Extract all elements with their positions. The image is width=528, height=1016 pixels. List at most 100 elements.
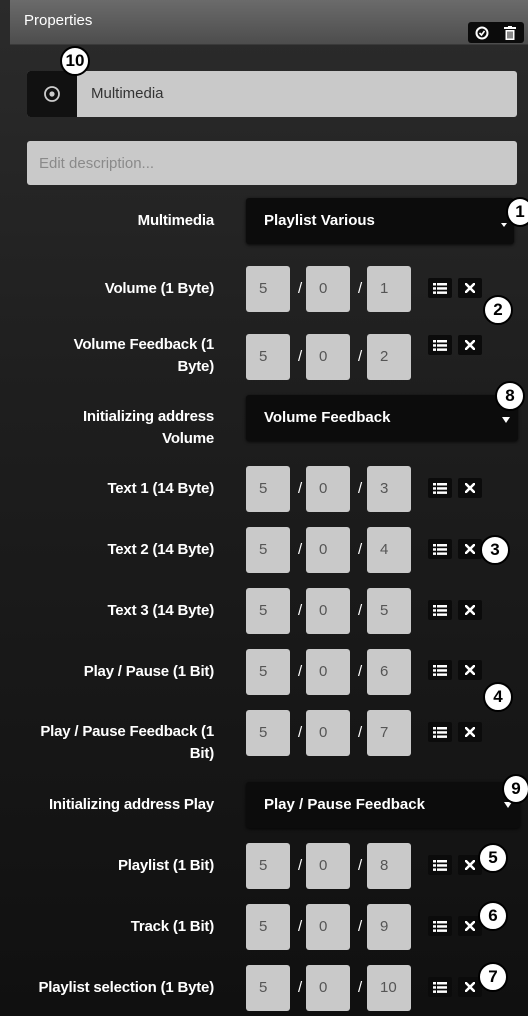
volume-label: Volume (1 Byte) bbox=[104, 280, 214, 297]
track-address-main[interactable]: 5 bbox=[246, 904, 290, 950]
close-icon[interactable] bbox=[458, 478, 482, 498]
chevron-down-icon bbox=[502, 417, 510, 423]
address-separator: / bbox=[298, 280, 303, 297]
callout-marker: 1 bbox=[506, 197, 528, 227]
playlist-selection-address-sub[interactable]: 10 bbox=[367, 965, 411, 1011]
callout-marker: 9 bbox=[502, 774, 528, 804]
callout-marker: 5 bbox=[478, 843, 508, 873]
callout-marker: 10 bbox=[60, 46, 90, 76]
playlist-label: Playlist (1 Bit) bbox=[118, 857, 214, 874]
playlist-address-main[interactable]: 5 bbox=[246, 843, 290, 889]
text2-address-main[interactable]: 5 bbox=[246, 527, 290, 573]
volume-address-sub[interactable]: 1 bbox=[367, 266, 411, 312]
text1-address-sub[interactable]: 3 bbox=[367, 466, 411, 512]
init-play-label: Initializing address Play bbox=[48, 796, 214, 813]
text3-address-main[interactable]: 5 bbox=[246, 588, 290, 634]
list-icon[interactable] bbox=[428, 278, 452, 298]
play-pause-address-sub[interactable]: 6 bbox=[367, 649, 411, 695]
list-icon[interactable] bbox=[428, 660, 452, 680]
callout-marker: 6 bbox=[478, 901, 508, 931]
playlist-address-sub[interactable]: 8 bbox=[367, 843, 411, 889]
track-address-sub[interactable]: 9 bbox=[367, 904, 411, 950]
close-icon[interactable] bbox=[458, 722, 482, 742]
callout-marker: 8 bbox=[495, 381, 525, 411]
address-separator: / bbox=[298, 918, 303, 935]
play-pause-feedback-address-sub[interactable]: 7 bbox=[367, 710, 411, 756]
address-separator: / bbox=[358, 280, 363, 297]
address-separator: / bbox=[298, 480, 303, 497]
address-separator: / bbox=[358, 348, 363, 365]
list-icon[interactable] bbox=[428, 977, 452, 997]
close-icon[interactable] bbox=[458, 335, 482, 355]
address-separator: / bbox=[358, 979, 363, 996]
list-icon[interactable] bbox=[428, 600, 452, 620]
multimedia-disc-icon[interactable] bbox=[27, 71, 77, 117]
close-icon[interactable] bbox=[458, 660, 482, 680]
text1-address-middle[interactable]: 0 bbox=[306, 466, 350, 512]
list-icon[interactable] bbox=[428, 335, 452, 355]
text2-address-middle[interactable]: 0 bbox=[306, 527, 350, 573]
playlist-selection-address-middle[interactable]: 0 bbox=[306, 965, 350, 1011]
volume-feedback-address-sub[interactable]: 2 bbox=[367, 334, 411, 380]
track-label: Track (1 Bit) bbox=[130, 918, 214, 935]
address-separator: / bbox=[358, 724, 363, 741]
list-icon[interactable] bbox=[428, 478, 452, 498]
play-pause-address-middle[interactable]: 0 bbox=[306, 649, 350, 695]
play-pause-feedback-address-main[interactable]: 5 bbox=[246, 710, 290, 756]
multimedia-type-value: Playlist Various bbox=[264, 212, 375, 229]
circle-check-icon[interactable] bbox=[472, 24, 492, 42]
callout-marker: 2 bbox=[483, 295, 513, 325]
list-icon[interactable] bbox=[428, 855, 452, 875]
volume-address-middle[interactable]: 0 bbox=[306, 266, 350, 312]
address-separator: / bbox=[298, 663, 303, 680]
text1-address-main[interactable]: 5 bbox=[246, 466, 290, 512]
address-separator: / bbox=[358, 541, 363, 558]
play-pause-feedback-label: Play / Pause Feedback (1 Bit) bbox=[40, 723, 214, 762]
text2-address-sub[interactable]: 4 bbox=[367, 527, 411, 573]
text1-label: Text 1 (14 Byte) bbox=[107, 480, 214, 497]
list-icon[interactable] bbox=[428, 539, 452, 559]
object-name-field[interactable]: Multimedia bbox=[27, 71, 517, 117]
address-separator: / bbox=[298, 724, 303, 741]
chevron-down-icon bbox=[501, 223, 507, 227]
address-separator: / bbox=[298, 857, 303, 874]
play-pause-feedback-address-middle[interactable]: 0 bbox=[306, 710, 350, 756]
volume-feedback-address-middle[interactable]: 0 bbox=[306, 334, 350, 380]
close-icon[interactable] bbox=[458, 278, 482, 298]
playlist-selection-address-main[interactable]: 5 bbox=[246, 965, 290, 1011]
close-icon[interactable] bbox=[458, 600, 482, 620]
list-icon[interactable] bbox=[428, 722, 452, 742]
header-button-group bbox=[468, 22, 524, 43]
close-icon[interactable] bbox=[458, 539, 482, 559]
address-separator: / bbox=[298, 541, 303, 558]
multimedia-label: Multimedia bbox=[137, 212, 215, 229]
callout-marker: 7 bbox=[478, 962, 508, 992]
list-icon[interactable] bbox=[428, 916, 452, 936]
address-separator: / bbox=[358, 602, 363, 619]
trash-icon[interactable] bbox=[500, 24, 520, 42]
track-address-middle[interactable]: 0 bbox=[306, 904, 350, 950]
address-separator: / bbox=[298, 602, 303, 619]
init-volume-value: Volume Feedback bbox=[264, 409, 391, 426]
address-separator: / bbox=[358, 857, 363, 874]
playlist-address-middle[interactable]: 0 bbox=[306, 843, 350, 889]
description-input[interactable] bbox=[27, 141, 517, 185]
init-play-select[interactable]: Play / Pause Feedback bbox=[246, 782, 520, 828]
address-separator: / bbox=[298, 348, 303, 365]
init-volume-label: Initializing address Volume bbox=[82, 408, 214, 447]
play-pause-address-main[interactable]: 5 bbox=[246, 649, 290, 695]
playlist-selection-label: Playlist selection (1 Byte) bbox=[38, 979, 214, 996]
object-name-value: Multimedia bbox=[91, 85, 164, 102]
volume-address-main[interactable]: 5 bbox=[246, 266, 290, 312]
init-play-value: Play / Pause Feedback bbox=[264, 796, 425, 813]
volume-feedback-label: Volume Feedback (1 Byte) bbox=[73, 336, 215, 375]
volume-feedback-address-main[interactable]: 5 bbox=[246, 334, 290, 380]
text3-label: Text 3 (14 Byte) bbox=[107, 602, 214, 619]
text3-address-middle[interactable]: 0 bbox=[306, 588, 350, 634]
address-separator: / bbox=[358, 663, 363, 680]
callout-marker: 4 bbox=[483, 682, 513, 712]
init-volume-select[interactable]: Volume Feedback bbox=[246, 395, 518, 441]
multimedia-type-select[interactable]: Playlist Various bbox=[246, 198, 514, 244]
text3-address-sub[interactable]: 5 bbox=[367, 588, 411, 634]
play-pause-label: Play / Pause (1 Bit) bbox=[83, 663, 214, 680]
